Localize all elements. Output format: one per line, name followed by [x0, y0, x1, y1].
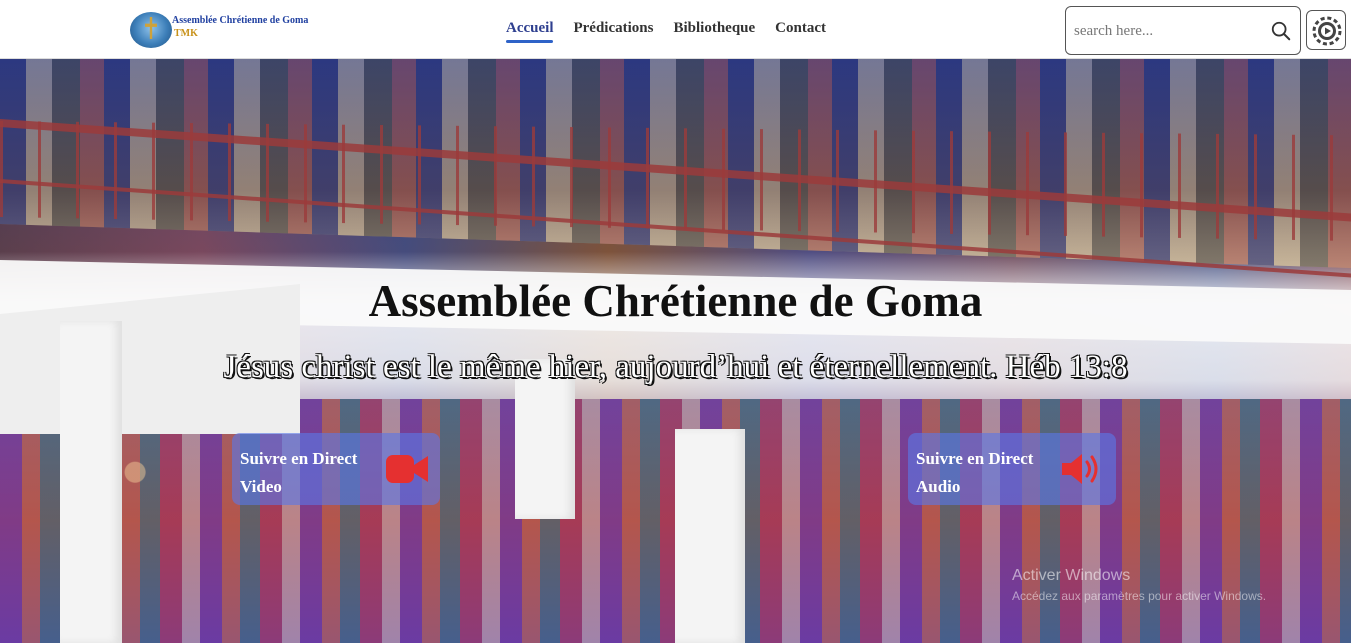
- live-audio-line2: Audio: [916, 477, 961, 496]
- search-icon[interactable]: [1270, 20, 1292, 42]
- live-video-button[interactable]: Suivre en Direct Video: [232, 433, 440, 505]
- live-video-line2: Video: [240, 477, 282, 496]
- hero-title: Assemblée Chrétienne de Goma: [368, 276, 983, 326]
- live-video-line1: Suivre en Direct: [240, 449, 358, 468]
- main-nav: Accueil Prédications Bibliotheque Contac…: [506, 20, 826, 43]
- nav-predications[interactable]: Prédications: [573, 20, 653, 41]
- nav-contact[interactable]: Contact: [775, 20, 826, 41]
- site-logo[interactable]: Assemblée Chrétienne de Goma TMK: [130, 10, 325, 50]
- search-input[interactable]: [1074, 19, 1264, 43]
- hero-verse: Jésus christ est le même hier, aujourd’h…: [223, 349, 1128, 385]
- video-camera-icon: [386, 455, 428, 483]
- gear-icon: [1312, 16, 1342, 46]
- speaker-icon: [1062, 454, 1098, 484]
- logo-emblem-icon: [130, 12, 172, 48]
- nav-bibliotheque[interactable]: Bibliotheque: [673, 20, 755, 41]
- hero-banner: Assemblée Chrétienne de Goma Jésus chris…: [0, 59, 1351, 643]
- live-video-label: Suivre en Direct Video: [240, 445, 357, 501]
- live-audio-label: Suivre en Direct Audio: [916, 445, 1033, 501]
- site-header: Assemblée Chrétienne de Goma TMK Accueil…: [0, 0, 1351, 59]
- os-watermark-subtitle: Accédez aux paramètres pour activer Wind…: [1012, 589, 1267, 603]
- search-box: [1065, 6, 1301, 55]
- os-watermark-title: Activer Windows: [1012, 567, 1131, 584]
- logo-subtitle: TMK: [174, 28, 198, 39]
- logo-title: Assemblée Chrétienne de Goma: [172, 15, 309, 26]
- live-audio-line1: Suivre en Direct: [916, 449, 1034, 468]
- pillar: [675, 429, 745, 643]
- live-audio-button[interactable]: Suivre en Direct Audio: [908, 433, 1116, 505]
- settings-button[interactable]: [1306, 10, 1346, 50]
- nav-accueil[interactable]: Accueil: [506, 20, 554, 43]
